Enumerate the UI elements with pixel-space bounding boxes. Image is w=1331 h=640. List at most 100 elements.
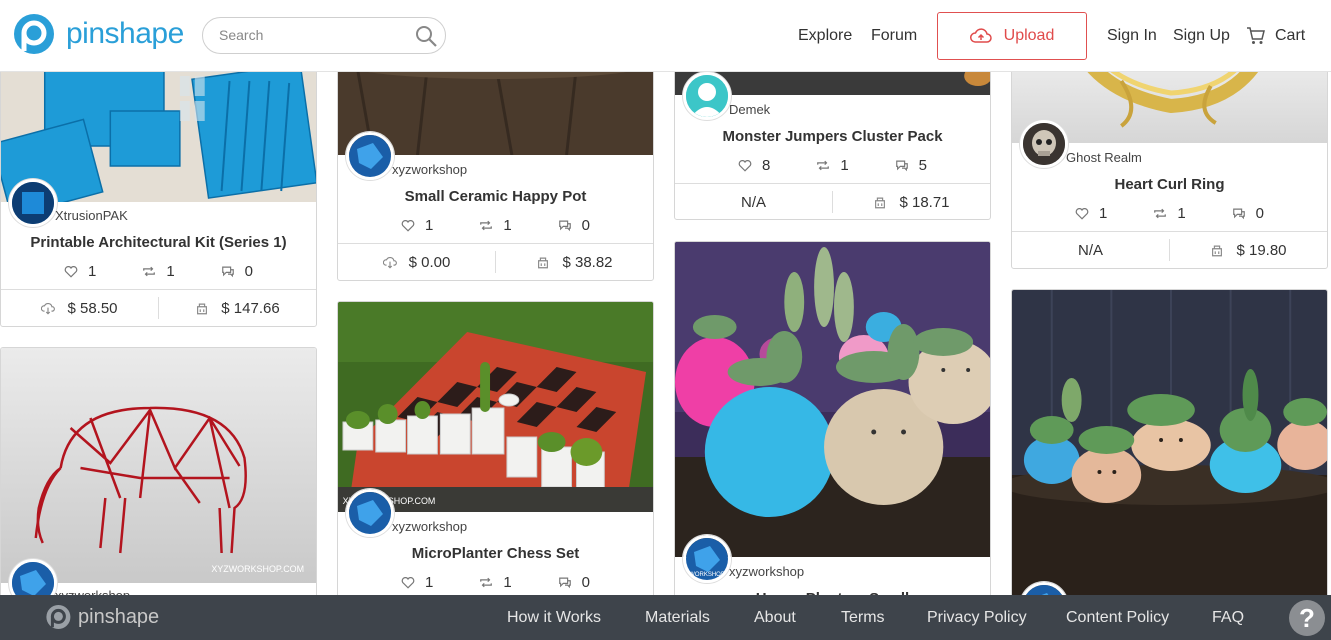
print-price[interactable]: $ 19.80 [1169,239,1327,261]
download-icon [383,256,397,269]
footer-link-privacy-policy[interactable]: Privacy Policy [927,595,1027,640]
nav-sign-up[interactable]: Sign Up [1173,0,1230,72]
likes-stat[interactable]: 1 [401,217,433,234]
search-icon[interactable] [414,24,438,48]
model-image[interactable]: XYZWORKSHOP.COM [1,348,316,583]
author-name[interactable]: XtrusionPAK [55,208,128,223]
author-avatar[interactable]: WORKSHOP [683,535,731,583]
comments-stat[interactable]: 0 [221,263,253,280]
pinshape-logo-icon [14,14,54,54]
remake-icon [816,159,830,172]
price-row: N/A $ 18.71 [675,183,990,219]
footer-link-terms[interactable]: Terms [841,595,885,640]
price-row: N/A $ 19.80 [1012,231,1327,268]
download-price[interactable]: N/A [675,184,832,219]
search-input[interactable] [219,27,409,43]
remakes-count: 1 [503,217,512,234]
download-price[interactable]: $ 58.50 [1,290,158,326]
heart-icon [64,265,78,278]
model-stats: 1 1 0 [1,263,316,280]
model-stats: 1 1 0 [338,574,653,591]
remakes-stat[interactable]: 1 [816,157,849,174]
author-name[interactable]: Ghost Realm [1066,150,1142,165]
author-avatar[interactable] [683,72,731,120]
author-avatar[interactable] [1020,120,1068,168]
print-price[interactable]: $ 38.82 [495,251,653,273]
download-icon [41,302,55,315]
model-card[interactable]: XYZWORKSHOP.COM xyzworkshop [0,347,317,607]
model-title[interactable]: Monster Jumpers Cluster Pack [675,128,990,145]
author-name[interactable]: xyzworkshop [729,564,804,579]
model-image[interactable] [1012,290,1327,609]
footer-link-how-it-works[interactable]: How it Works [507,595,601,640]
avatar-image [12,182,54,224]
comments-stat[interactable]: 0 [558,217,590,234]
cart-icon [1247,27,1265,44]
comment-icon [1232,207,1246,220]
upload-button[interactable]: Upload [937,12,1087,60]
remakes-stat[interactable]: 1 [1153,205,1186,222]
print-price[interactable]: $ 147.66 [158,297,316,319]
comments-stat[interactable]: 0 [1232,205,1264,222]
model-title[interactable]: Printable Architectural Kit (Series 1) [1,234,316,251]
print-price-value: $ 38.82 [562,253,613,271]
download-price-value: N/A [1077,241,1103,259]
remakes-count: 1 [840,157,849,174]
model-image[interactable] [675,242,990,557]
download-price[interactable]: $ 0.00 [338,244,495,280]
heart-icon [401,576,415,589]
author-name[interactable]: Demek [729,102,770,117]
author-name[interactable]: xyzworkshop [392,519,467,534]
comment-icon [558,576,572,589]
footer-logo[interactable]: pinshape [44,603,159,631]
nav-forum[interactable]: Forum [871,0,917,72]
remakes-stat[interactable]: 1 [479,217,512,234]
author-avatar[interactable] [346,489,394,537]
remakes-count: 1 [166,263,175,280]
printer-icon [1210,244,1224,257]
likes-stat[interactable]: 8 [738,157,770,174]
footer-link-faq[interactable]: FAQ [1212,595,1244,640]
model-title[interactable]: MicroPlanter Chess Set [338,545,653,562]
author-avatar[interactable] [346,132,394,180]
nav-explore[interactable]: Explore [798,0,852,72]
comments-stat[interactable]: 0 [558,574,590,591]
footer-link-about[interactable]: About [754,595,796,640]
author-avatar[interactable] [9,179,57,227]
model-image[interactable]: XYZWORKSHOP.COM [338,302,653,512]
pinshape-logo[interactable]: pinshape [10,13,184,55]
heart-icon [738,159,752,172]
search-box[interactable] [202,17,446,54]
nav-sign-in[interactable]: Sign In [1107,0,1157,72]
footer-link-materials[interactable]: Materials [645,595,710,640]
model-title[interactable]: Small Ceramic Happy Pot [338,188,653,205]
comments-stat[interactable]: 5 [895,157,927,174]
download-price-value: $ 0.00 [408,253,451,271]
help-button[interactable]: ? [1289,600,1325,636]
print-price[interactable]: $ 18.71 [832,191,990,213]
remakes-stat[interactable]: 1 [479,574,512,591]
xyzworkshop-avatar-icon [349,135,391,177]
remake-icon [142,265,156,278]
heart-icon [1075,207,1089,220]
model-card[interactable] [1011,289,1328,609]
price-row: $ 58.50 $ 147.66 [1,289,316,326]
footer-link-content-policy[interactable]: Content Policy [1066,595,1169,640]
likes-stat[interactable]: 1 [1075,205,1107,222]
comment-icon [895,159,909,172]
author-name[interactable]: xyzworkshop [392,162,467,177]
model-card[interactable]: XYZWORKSHOP.COM xyzworkshop MicroPlanter… [337,301,654,611]
likes-count: 8 [761,157,771,174]
likes-stat[interactable]: 1 [64,263,96,280]
model-card[interactable]: XtrusionPAK Printable Architectural Kit … [0,30,317,327]
download-price[interactable]: N/A [1012,232,1169,268]
likes-count: 1 [424,574,434,591]
download-price-value: N/A [740,193,766,211]
model-card[interactable]: WORKSHOP xyzworkshop Happy Planters Smal… [674,241,991,611]
likes-stat[interactable]: 1 [401,574,433,591]
price-row: $ 0.00 $ 38.82 [338,243,653,280]
cart-link[interactable]: Cart [1246,0,1305,72]
model-title[interactable]: Heart Curl Ring [1012,176,1327,193]
printer-icon [873,196,887,209]
remakes-stat[interactable]: 1 [142,263,175,280]
